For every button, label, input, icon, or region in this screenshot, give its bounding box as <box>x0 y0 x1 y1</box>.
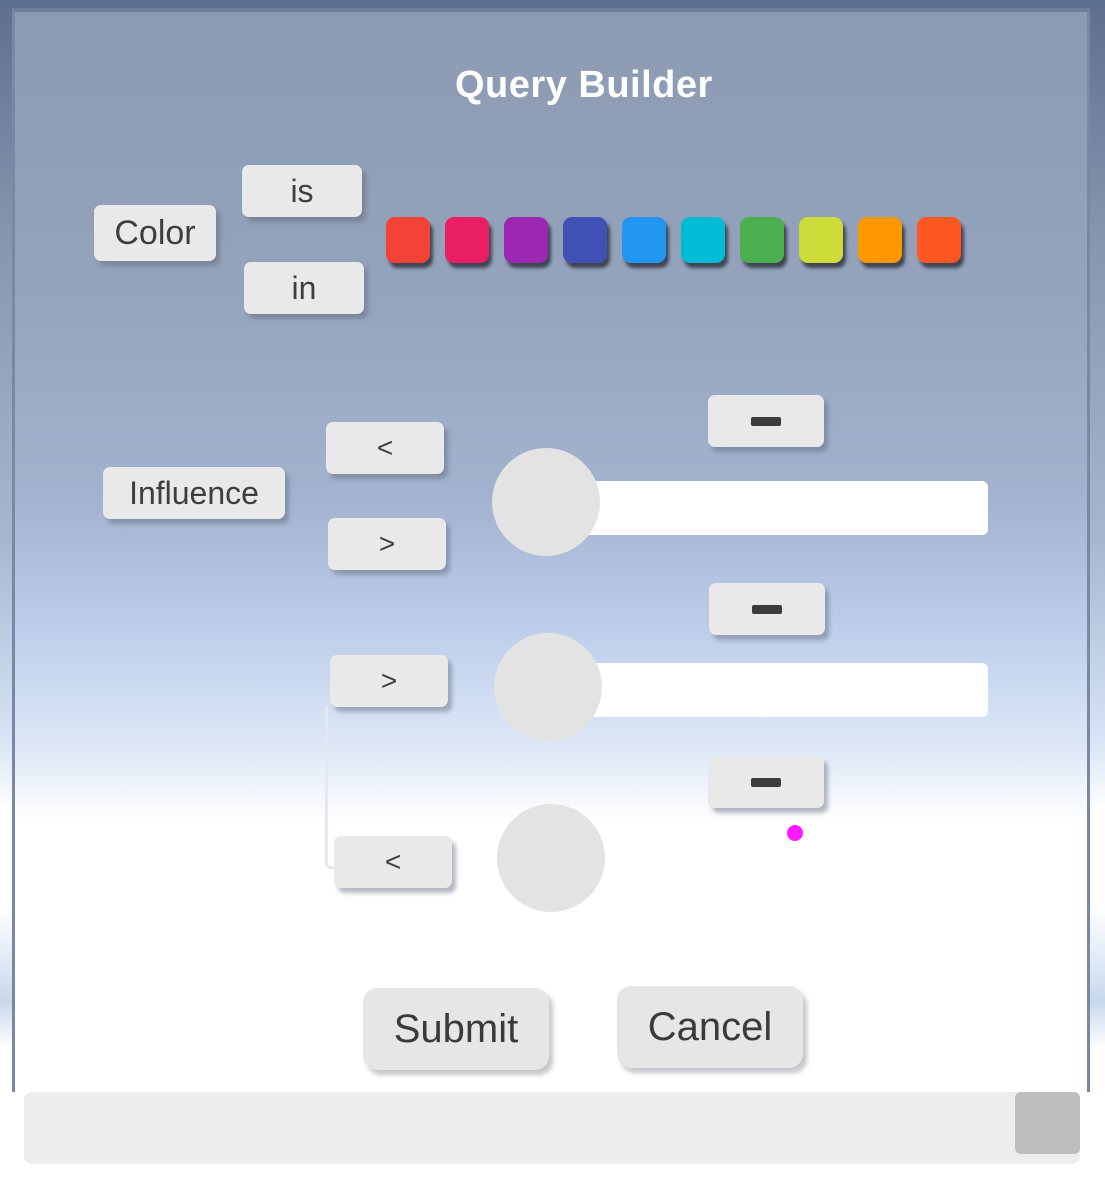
remove-slider-1-button[interactable] <box>708 395 824 447</box>
influence-slider-2-handle[interactable] <box>494 633 602 741</box>
minus-icon <box>751 416 781 426</box>
operator-in-button[interactable]: in <box>244 262 364 314</box>
influence-slider-2-track[interactable] <box>548 663 988 717</box>
submit-button[interactable]: Submit <box>363 988 549 1070</box>
influence-slider-3-track[interactable] <box>552 830 988 884</box>
operator-greater-than-button[interactable]: > <box>328 518 446 570</box>
color-swatch[interactable] <box>799 217 843 263</box>
color-swatch[interactable] <box>740 217 784 263</box>
horizontal-scrollbar-track[interactable] <box>24 1092 1080 1164</box>
color-swatch[interactable] <box>445 217 489 263</box>
color-swatch[interactable] <box>386 217 430 263</box>
panel-title: Query Builder <box>455 64 713 106</box>
range-bracket <box>325 706 336 869</box>
color-swatch[interactable] <box>504 217 548 263</box>
color-field-label[interactable]: Color <box>94 205 216 261</box>
influence-slider-1-handle[interactable] <box>492 448 600 556</box>
cancel-button[interactable]: Cancel <box>617 986 803 1068</box>
horizontal-scrollbar-thumb[interactable] <box>1015 1092 1080 1154</box>
remove-slider-2-button[interactable] <box>709 583 825 635</box>
range-less-than-button[interactable]: < <box>334 836 452 888</box>
operator-is-button[interactable]: is <box>242 165 362 217</box>
influence-slider-3-handle[interactable] <box>497 804 605 912</box>
color-swatch[interactable] <box>917 217 961 263</box>
operator-less-than-button[interactable]: < <box>326 422 444 474</box>
color-swatch[interactable] <box>622 217 666 263</box>
influence-slider-1-track[interactable] <box>546 481 988 535</box>
pointer-cursor <box>787 825 803 841</box>
minus-icon <box>752 604 782 614</box>
color-swatch[interactable] <box>858 217 902 263</box>
influence-field-label[interactable]: Influence <box>103 467 285 519</box>
remove-slider-3-button[interactable] <box>708 756 824 808</box>
color-swatch[interactable] <box>563 217 607 263</box>
minus-icon <box>751 777 781 787</box>
color-swatch[interactable] <box>681 217 725 263</box>
range-greater-than-button[interactable]: > <box>330 655 448 707</box>
